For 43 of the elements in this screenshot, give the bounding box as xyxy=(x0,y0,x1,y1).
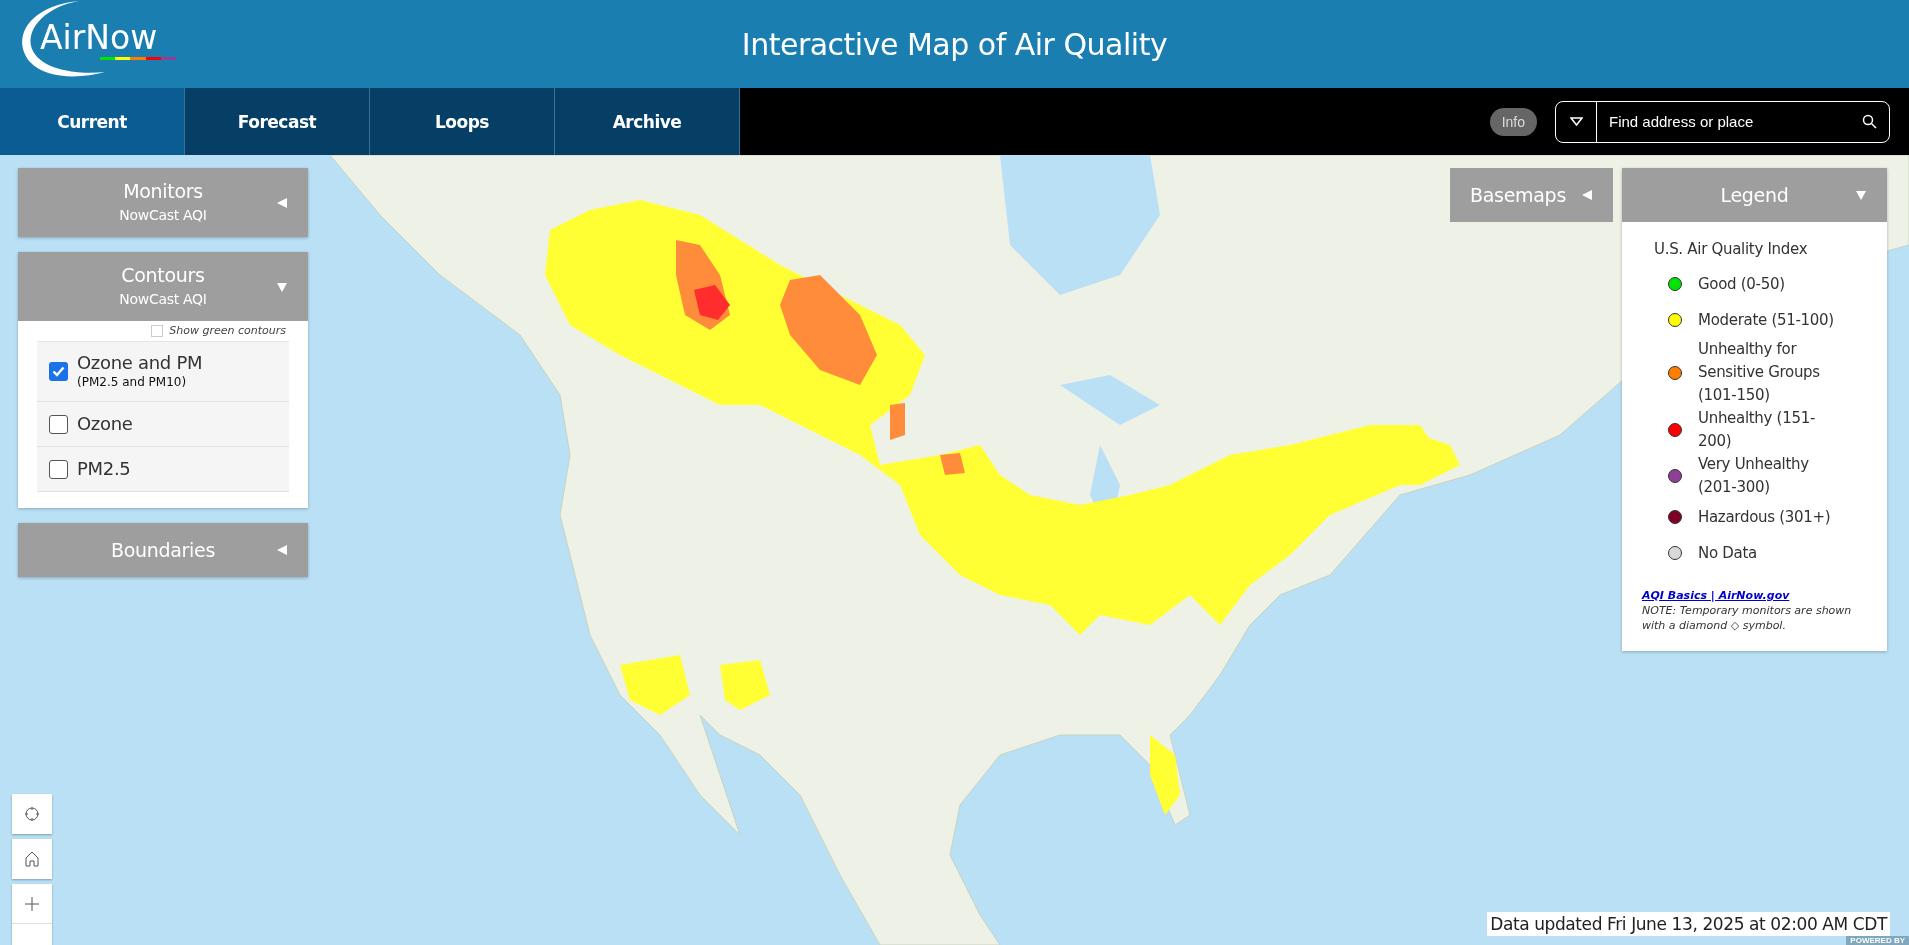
home-icon xyxy=(25,851,39,867)
contour-option[interactable]: Ozone xyxy=(37,402,289,447)
nav-tab[interactable]: Forecast xyxy=(185,88,370,155)
nav-tab[interactable]: Loops xyxy=(370,88,555,155)
data-updated-label: Data updated Fri June 13, 2025 at 02:00 AM CDT xyxy=(1487,912,1890,936)
caret-down-icon xyxy=(1855,189,1867,201)
option-label: PM2.5 xyxy=(77,458,131,480)
checkbox[interactable] xyxy=(49,414,68,434)
aqi-basics-link[interactable]: AQI Basics | AirNow.gov xyxy=(1642,589,1790,602)
option-sublabel: (PM2.5 and PM10) xyxy=(77,374,188,391)
aqi-label: Moderate (51-100) xyxy=(1698,309,1835,331)
powered-by-label: POWERED BY xyxy=(1846,936,1909,945)
checkmark-icon xyxy=(52,366,65,377)
search-field[interactable]: Find address or place xyxy=(1555,100,1890,143)
aqi-label: Good (0-50) xyxy=(1698,273,1786,295)
search-input[interactable]: Find address or place xyxy=(1597,113,1849,130)
checkbox[interactable] xyxy=(49,459,68,479)
caret-left-icon xyxy=(276,196,288,209)
info-button[interactable]: Info xyxy=(1489,107,1537,136)
nav-tab[interactable]: Current xyxy=(0,88,185,155)
aqi-label: Hazardous (301+) xyxy=(1698,506,1832,528)
checkbox[interactable] xyxy=(49,362,68,381)
aqi-label: Unhealthy for Sensitive Groups (101-150) xyxy=(1698,339,1821,406)
caret-down-icon xyxy=(276,280,288,293)
contour-option[interactable]: Ozone and PM (PM2.5 and PM10) xyxy=(37,342,289,402)
caret-down-icon xyxy=(1569,117,1583,126)
contour-option[interactable]: PM2.5 xyxy=(37,447,289,492)
caret-left-icon xyxy=(276,544,288,556)
legend-heading: U.S. Air Quality Index xyxy=(1654,240,1809,258)
caret-left-icon xyxy=(1581,189,1593,201)
logo-text: AirNow xyxy=(40,18,158,58)
aqi-label: No Data xyxy=(1698,542,1758,564)
aqi-label: Very Unhealthy (201-300) xyxy=(1698,454,1810,498)
search-icon xyxy=(1861,114,1877,129)
aqi-label: Unhealthy (151-200) xyxy=(1698,408,1816,452)
locate-button[interactable] xyxy=(12,794,52,834)
nav-tab[interactable]: Archive xyxy=(555,88,740,155)
option-label: Ozone xyxy=(77,413,133,435)
legend-note: NOTE: Temporary monitors are shown with a diamond ◇ symbol. xyxy=(1642,603,1853,633)
crosshair-icon xyxy=(24,806,40,822)
option-label: Ozone and PM xyxy=(77,352,203,374)
page-title: Interactive Map of Air Quality xyxy=(741,26,1168,62)
plus-icon xyxy=(25,896,39,911)
